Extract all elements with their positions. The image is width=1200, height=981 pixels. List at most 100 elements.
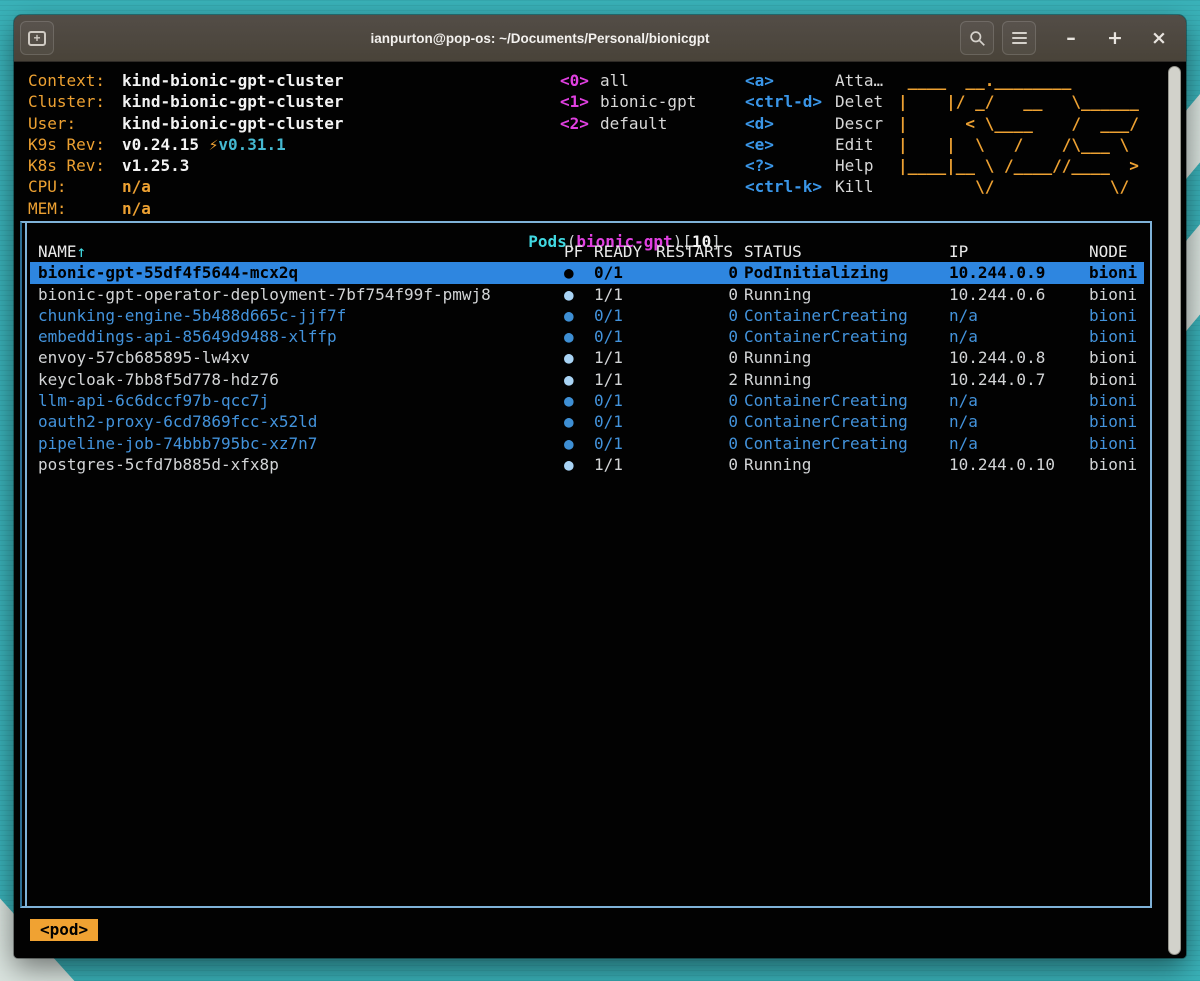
pod-ready: 0/1 xyxy=(594,390,656,411)
window-title: ianpurton@pop-os: ~/Documents/Personal/b… xyxy=(134,15,946,62)
namespace-item: <0>all xyxy=(560,70,696,91)
column-header-status: STATUS xyxy=(744,241,949,262)
pod-status: ContainerCreating xyxy=(744,433,949,454)
pod-restarts: 0 xyxy=(656,305,744,326)
pod-row[interactable]: oauth2-proxy-6cd7869fcc-x52ld ● 0/1 0 Co… xyxy=(30,411,1144,432)
pod-ready: 1/1 xyxy=(594,284,656,305)
pod-ip: 10.244.0.9 xyxy=(949,262,1089,283)
namespace-name: all xyxy=(600,71,629,90)
table-header-row: NAME↑ PF READY RESTARTS STATUS IP NODE xyxy=(30,241,1144,262)
logo-line: | | \ / /\___ \ xyxy=(898,134,1139,155)
titlebar: + ianpurton@pop-os: ~/Documents/Personal… xyxy=(14,15,1186,62)
shortcut-item: <d>Descr xyxy=(745,113,883,134)
pod-row[interactable]: postgres-5cfd7b885d-xfx8p ● 1/1 0 Runnin… xyxy=(30,454,1144,475)
maximize-button[interactable]: + xyxy=(1100,21,1130,55)
shortcut-key: <e> xyxy=(745,134,835,155)
search-icon xyxy=(969,30,986,47)
mode-badge: <pod> xyxy=(30,919,98,941)
cluster-info-row: Cluster:kind-bionic-gpt-cluster xyxy=(28,91,344,112)
cluster-info-row: K9s Rev:v0.24.15 ⚡v0.31.1 xyxy=(28,134,344,155)
namespace-name: bionic-gpt xyxy=(600,92,696,111)
pod-node: bioni xyxy=(1089,305,1144,326)
logo-line: | < \____ / ___/ xyxy=(898,113,1139,134)
shortcut-key: <?> xyxy=(745,155,835,176)
pod-name: bionic-gpt-55df4f5644-mcx2q xyxy=(38,262,564,283)
port-forward-dot-icon: ● xyxy=(564,390,594,411)
sort-arrow-icon: ↑ xyxy=(77,242,87,261)
search-button[interactable] xyxy=(960,21,994,55)
pod-restarts: 0 xyxy=(656,284,744,305)
pod-restarts: 0 xyxy=(656,262,744,283)
pod-name: embeddings-api-85649d9488-xlffp xyxy=(38,326,564,347)
info-value: n/a xyxy=(122,177,151,196)
pod-row[interactable]: llm-api-6c6dccf97b-qcc7j ● 0/1 0 Contain… xyxy=(30,390,1144,411)
info-label: Context: xyxy=(28,70,122,91)
pod-ip: n/a xyxy=(949,305,1089,326)
port-forward-dot-icon: ● xyxy=(564,305,594,326)
pod-row[interactable]: keycloak-7bb8f5d778-hdz76 ● 1/1 2 Runnin… xyxy=(30,369,1144,390)
pod-row[interactable]: envoy-57cb685895-lw4xv ● 1/1 0 Running 1… xyxy=(30,347,1144,368)
pod-name: chunking-engine-5b488d665c-jjf7f xyxy=(38,305,564,326)
cluster-info-row: K8s Rev:v1.25.3 xyxy=(28,155,344,176)
port-forward-dot-icon: ● xyxy=(564,326,594,347)
cluster-info-row: Context:kind-bionic-gpt-cluster xyxy=(28,70,344,91)
pod-ready: 1/1 xyxy=(594,347,656,368)
column-header-ready: READY xyxy=(594,241,656,262)
pod-row[interactable]: bionic-gpt-55df4f5644-mcx2q ● 0/1 0 PodI… xyxy=(30,262,1144,283)
pod-ready: 0/1 xyxy=(594,326,656,347)
close-button[interactable]: × xyxy=(1144,21,1174,55)
pod-ip: 10.244.0.10 xyxy=(949,454,1089,475)
pod-restarts: 2 xyxy=(656,369,744,390)
terminal-scrollbar[interactable] xyxy=(1168,66,1181,955)
terminal-content: Context:kind-bionic-gpt-cluster Cluster:… xyxy=(14,62,1186,958)
pod-restarts: 0 xyxy=(656,390,744,411)
pod-restarts: 0 xyxy=(656,326,744,347)
shortcut-label: Delet xyxy=(835,92,883,111)
pod-row[interactable]: embeddings-api-85649d9488-xlffp ● 0/1 0 … xyxy=(30,326,1144,347)
minimize-button[interactable]: – xyxy=(1056,21,1086,55)
namespace-hotkey: <2> xyxy=(560,113,600,134)
port-forward-dot-icon: ● xyxy=(564,369,594,390)
pod-ip: n/a xyxy=(949,411,1089,432)
pod-restarts: 0 xyxy=(656,411,744,432)
new-tab-button[interactable]: + xyxy=(20,21,54,55)
pod-status: Running xyxy=(744,347,949,368)
shortcut-key: <a> xyxy=(745,70,835,91)
port-forward-dot-icon: ● xyxy=(564,411,594,432)
info-value: v0.24.15 xyxy=(122,135,209,154)
pod-ip: 10.244.0.6 xyxy=(949,284,1089,305)
info-label: Cluster: xyxy=(28,91,122,112)
pod-name: pipeline-job-74bbb795bc-xz7n7 xyxy=(38,433,564,454)
k9s-ascii-logo: ____ __.________| |/ _/ __ \______| < \_… xyxy=(898,70,1139,198)
pod-name: keycloak-7bb8f5d778-hdz76 xyxy=(38,369,564,390)
pod-ip: 10.244.0.8 xyxy=(949,347,1089,368)
menu-button[interactable] xyxy=(1002,21,1036,55)
pod-node: bioni xyxy=(1089,411,1144,432)
pod-status: Running xyxy=(744,369,949,390)
info-label: K9s Rev: xyxy=(28,134,122,155)
port-forward-dot-icon: ● xyxy=(564,284,594,305)
namespace-item: <2>default xyxy=(560,113,696,134)
pod-node: bioni xyxy=(1089,347,1144,368)
upgrade-lightning-icon: ⚡ xyxy=(209,135,219,154)
namespace-hotkeys: <0>all <1>bionic-gpt <2>default xyxy=(560,70,696,134)
pod-ready: 0/1 xyxy=(594,305,656,326)
pod-status: ContainerCreating xyxy=(744,305,949,326)
pod-node: bioni xyxy=(1089,262,1144,283)
pod-ready: 0/1 xyxy=(594,433,656,454)
info-value: kind-bionic-gpt-cluster xyxy=(122,92,344,111)
pod-row[interactable]: pipeline-job-74bbb795bc-xz7n7 ● 0/1 0 Co… xyxy=(30,433,1144,454)
shortcut-label: Kill xyxy=(835,177,874,196)
pod-name: envoy-57cb685895-lw4xv xyxy=(38,347,564,368)
pod-ip: n/a xyxy=(949,390,1089,411)
shortcut-item: <a>Atta… xyxy=(745,70,883,91)
logo-line: ____ __.________ xyxy=(898,70,1139,91)
pod-status: ContainerCreating xyxy=(744,411,949,432)
namespace-item: <1>bionic-gpt xyxy=(560,91,696,112)
pod-node: bioni xyxy=(1089,369,1144,390)
pod-row[interactable]: chunking-engine-5b488d665c-jjf7f ● 0/1 0… xyxy=(30,305,1144,326)
shortcut-item: <?>Help xyxy=(745,155,883,176)
shortcut-label: Atta… xyxy=(835,71,883,90)
pod-row[interactable]: bionic-gpt-operator-deployment-7bf754f99… xyxy=(30,284,1144,305)
hamburger-menu-icon xyxy=(1012,32,1027,44)
